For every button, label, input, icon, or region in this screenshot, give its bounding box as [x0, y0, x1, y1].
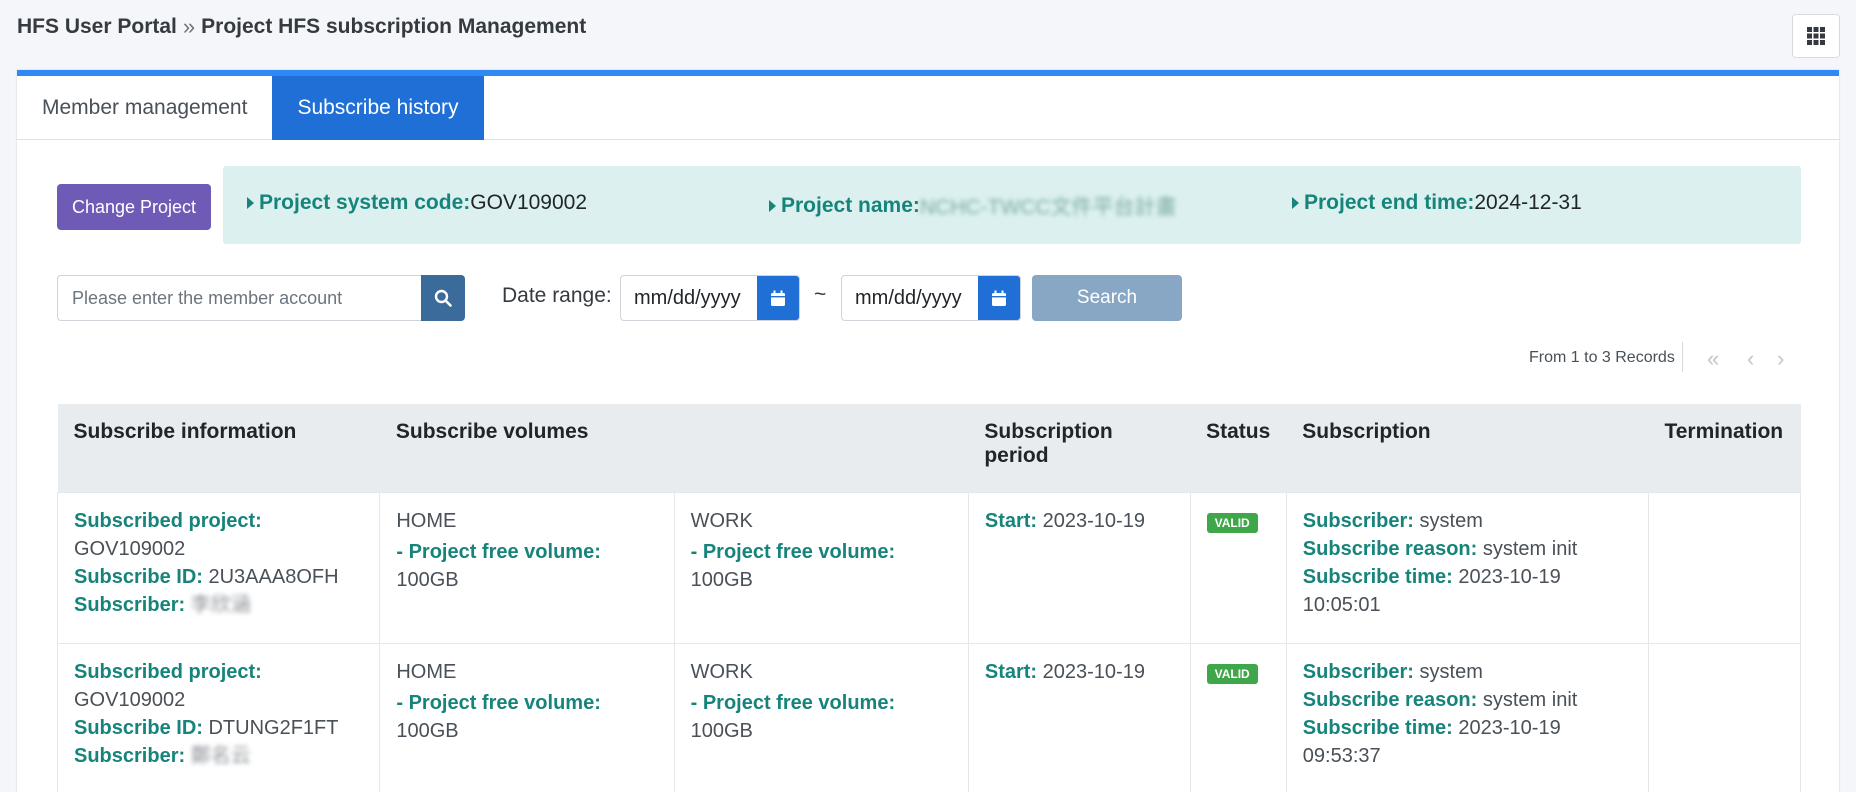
change-project-button[interactable]: Change Project — [57, 184, 211, 230]
search-button[interactable]: Search — [1032, 275, 1182, 321]
apps-menu-button[interactable] — [1792, 14, 1840, 58]
termination-cell — [1647, 642, 1802, 792]
period-cell: Start: 2023-10-19 — [967, 491, 1191, 644]
subscription-cell: Subscriber: system Subscribe reason: sys… — [1285, 491, 1649, 644]
breadcrumb-current: Project HFS subscription Management — [201, 15, 587, 38]
header-subscribe-information: Subscribe information — [57, 404, 380, 492]
caret-right-icon — [769, 200, 776, 212]
tab-member-management[interactable]: Member management — [17, 76, 272, 140]
records-count: From 1 to 3 Records — [1529, 349, 1675, 366]
pager-next-icon[interactable]: › — [1777, 346, 1784, 372]
header-subscription-period: Subscription period — [968, 404, 1191, 492]
main-card: Member management Subscribe history Chan… — [17, 70, 1839, 792]
caret-right-icon — [1292, 197, 1299, 209]
breadcrumb-separator: » — [182, 14, 196, 39]
breadcrumb-root[interactable]: HFS User Portal — [17, 15, 177, 39]
status-cell: VALID — [1189, 491, 1287, 644]
project-info-box: Project system code: GOV109002 Project n… — [223, 166, 1801, 244]
status-badge: VALID — [1206, 663, 1258, 684]
top-bar: HFS User Portal » Project HFS subscripti… — [0, 0, 1856, 60]
termination-cell — [1647, 491, 1802, 644]
calendar-icon[interactable] — [757, 276, 799, 320]
breadcrumb: HFS User Portal » Project HFS subscripti… — [17, 14, 586, 40]
subscribe-info-cell: Subscribed project: GOV109002 Subscribe … — [56, 642, 381, 792]
status-badge: VALID — [1206, 512, 1258, 533]
date-range-separator: ~ — [814, 283, 827, 306]
calendar-icon[interactable] — [978, 276, 1020, 320]
pager-divider — [1682, 342, 1683, 372]
project-name: Project name: NCHC-TWCC文件平台計畫 — [769, 191, 1177, 221]
header-termination: Termination — [1648, 404, 1801, 492]
project-system-code: Project system code: GOV109002 — [247, 191, 587, 215]
tab-subscribe-history[interactable]: Subscribe history — [272, 76, 484, 140]
subscription-cell: Subscriber: system Subscribe reason: sys… — [1285, 642, 1649, 792]
tab-bar: Member management Subscribe history — [17, 76, 1839, 140]
apps-grid-icon — [1807, 27, 1825, 45]
project-end-time: Project end time: 2024-12-31 — [1292, 191, 1582, 215]
volume-home-cell: HOME - Project free volume: 100GB — [379, 642, 675, 792]
volume-work-cell: WORK - Project free volume: 100GB — [673, 642, 969, 792]
volume-home-cell: HOME - Project free volume: 100GB — [379, 491, 675, 644]
date-to-input[interactable]: mm/dd/yyyy — [841, 275, 1021, 321]
table-row: Subscribed project: GOV109002 Subscribe … — [56, 491, 1802, 644]
header-subscribe-volumes: Subscribe volumes — [379, 404, 969, 492]
header-subscription: Subscription — [1286, 404, 1649, 492]
pager-prev-icon[interactable]: ‹ — [1747, 346, 1754, 372]
status-cell: VALID — [1189, 642, 1287, 792]
date-range-label: Date range: — [502, 284, 612, 307]
date-from-input[interactable]: mm/dd/yyyy — [620, 275, 800, 321]
pager-first-icon[interactable]: « — [1707, 346, 1719, 372]
subscribe-history-table: Subscribe information Subscribe volumes … — [56, 404, 1802, 792]
member-search-button[interactable] — [421, 275, 465, 321]
period-cell: Start: 2023-10-19 — [967, 642, 1191, 792]
caret-right-icon — [247, 197, 254, 209]
header-status: Status — [1190, 404, 1287, 492]
volume-work-cell: WORK - Project free volume: 100GB — [673, 491, 969, 644]
table-row: Subscribed project: GOV109002 Subscribe … — [56, 642, 1802, 792]
subscribe-info-cell: Subscribed project: GOV109002 Subscribe … — [56, 491, 381, 644]
search-icon — [434, 289, 452, 307]
member-search-input[interactable]: Please enter the member account — [57, 275, 421, 321]
table-header-row: Subscribe information Subscribe volumes … — [57, 404, 1801, 492]
